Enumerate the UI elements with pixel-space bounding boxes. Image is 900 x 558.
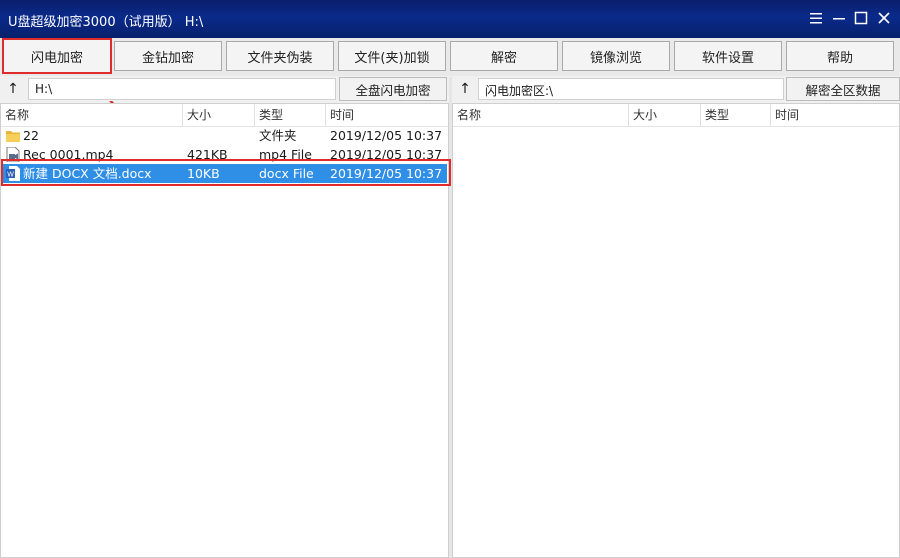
left-file-list[interactable]: 名称 大小 类型 时间 22 文件夹 2019/12/05 10:37 Rec … <box>0 103 449 558</box>
word-doc-icon: W <box>6 166 20 181</box>
image-browse-button[interactable]: 镜像浏览 <box>562 41 670 71</box>
decrypt-all-button[interactable]: 解密全区数据 <box>786 77 900 101</box>
left-path-field[interactable]: H:\ <box>28 78 336 100</box>
file-type: 文件夹 <box>259 128 297 143</box>
file-name: 22 <box>23 128 39 143</box>
video-file-icon <box>6 147 20 162</box>
col-size[interactable]: 大小 <box>629 104 701 126</box>
file-size: 10KB <box>187 166 220 181</box>
file-size: 421KB <box>187 147 228 162</box>
decrypt-button[interactable]: 解密 <box>450 41 558 71</box>
right-file-list[interactable]: 名称 大小 类型 时间 <box>452 103 900 558</box>
full-disk-flash-encrypt-button[interactable]: 全盘闪电加密 <box>339 77 447 101</box>
right-up-button[interactable]: ↑ <box>452 77 478 101</box>
col-size[interactable]: 大小 <box>183 104 255 126</box>
file-name: Rec 0001.mp4 <box>23 147 114 162</box>
right-path-field[interactable]: 闪电加密区:\ <box>478 78 784 100</box>
col-type[interactable]: 类型 <box>255 104 326 126</box>
title-bar: U盘超级加密3000（试用版） H:\ <box>0 0 900 38</box>
file-time: 2019/12/05 10:37 <box>330 128 443 143</box>
file-type: mp4 File <box>259 147 312 162</box>
col-time[interactable]: 时间 <box>771 104 899 126</box>
minimize-icon[interactable] <box>830 9 848 27</box>
file-time: 2019/12/05 10:37 <box>330 166 443 181</box>
table-row-selected[interactable]: W 新建 DOCX 文档.docx 10KB docx File 2019/12… <box>1 164 447 183</box>
maximize-icon[interactable] <box>852 9 870 27</box>
col-name[interactable]: 名称 <box>1 104 183 126</box>
right-path-bar: ↑ 闪电加密区:\ 解密全区数据 <box>452 77 900 101</box>
menu-icon[interactable] <box>807 9 825 27</box>
folder-icon <box>6 131 20 142</box>
table-row[interactable]: 22 文件夹 2019/12/05 10:37 <box>1 126 447 145</box>
flash-encrypt-button[interactable]: 闪电加密 <box>2 38 112 74</box>
file-time: 2019/12/05 10:37 <box>330 147 443 162</box>
file-lock-button[interactable]: 文件(夹)加锁 <box>338 41 446 71</box>
folder-disguise-button[interactable]: 文件夹伪装 <box>226 41 334 71</box>
file-name: 新建 DOCX 文档.docx <box>23 166 152 181</box>
table-row[interactable]: Rec 0001.mp4 421KB mp4 File 2019/12/05 1… <box>1 145 447 164</box>
left-column-header: 名称 大小 类型 时间 <box>1 104 448 127</box>
close-icon[interactable] <box>875 9 893 27</box>
left-path-bar: ↑ H:\ 全盘闪电加密 <box>0 77 449 101</box>
diamond-encrypt-button[interactable]: 金钻加密 <box>114 41 222 71</box>
svg-text:W: W <box>7 172 14 179</box>
help-button[interactable]: 帮助 <box>786 41 894 71</box>
left-up-button[interactable]: ↑ <box>0 77 26 101</box>
settings-button[interactable]: 软件设置 <box>674 41 782 71</box>
file-type: docx File <box>259 166 314 181</box>
right-column-header: 名称 大小 类型 时间 <box>453 104 899 127</box>
col-time[interactable]: 时间 <box>326 104 448 126</box>
toolbar: 闪电加密 金钻加密 文件夹伪装 文件(夹)加锁 解密 镜像浏览 软件设置 帮助 <box>0 38 900 76</box>
window-title: U盘超级加密3000（试用版） H:\ <box>8 15 204 30</box>
col-name[interactable]: 名称 <box>453 104 629 126</box>
col-type[interactable]: 类型 <box>701 104 771 126</box>
